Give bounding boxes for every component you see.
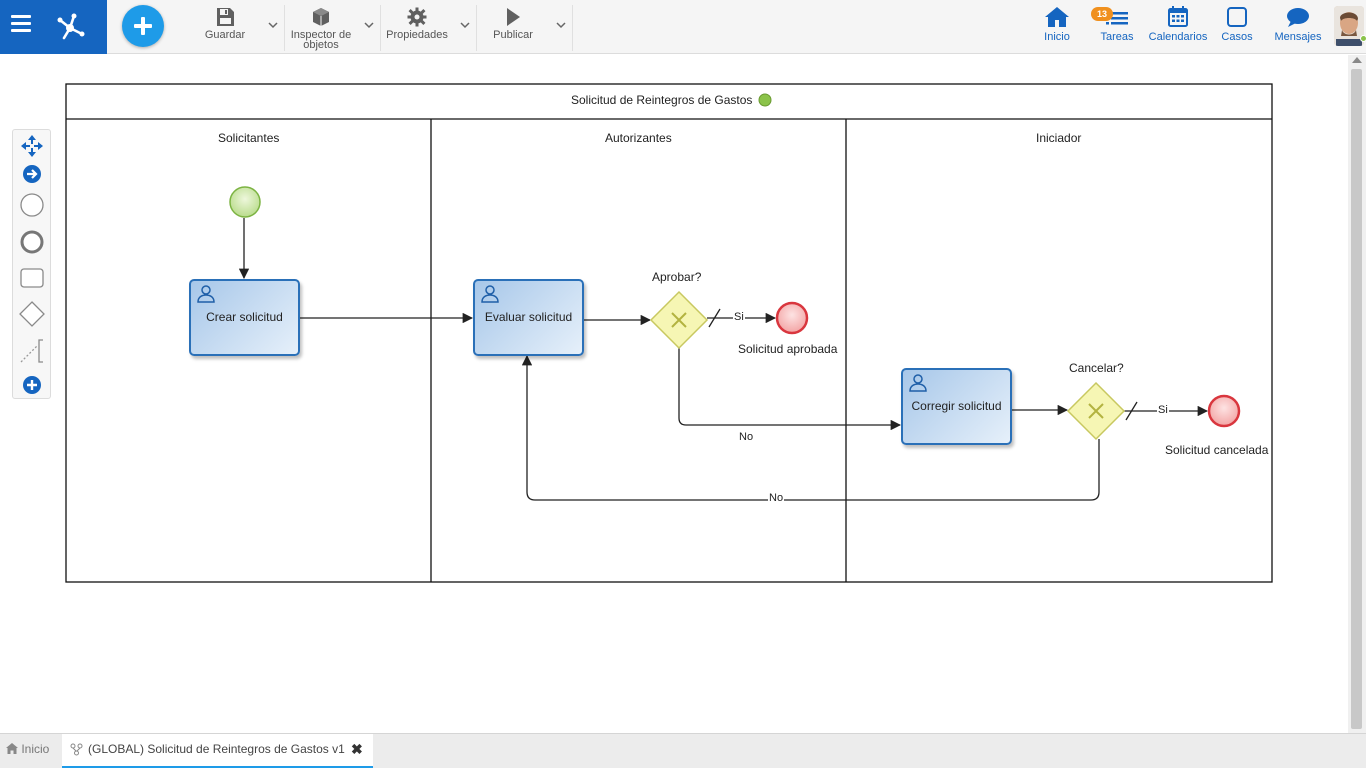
annotation-tool-icon[interactable]	[19, 338, 45, 364]
close-tab-icon[interactable]: ✖	[351, 741, 363, 758]
flow-label-approve-no: No	[739, 431, 754, 443]
pool-title: Solicitud de Reintegros de Gastos	[571, 93, 753, 107]
process-tree-icon	[70, 743, 83, 756]
task-tool-icon[interactable]	[19, 265, 45, 291]
gateway-tool-icon[interactable]	[19, 301, 45, 327]
user-icon	[909, 374, 927, 392]
lane-title-solicitantes: Solicitantes	[218, 131, 280, 145]
user-icon	[481, 285, 499, 303]
lane-title-autorizantes: Autorizantes	[605, 131, 672, 145]
flow-label-cancel-yes: Si	[1157, 404, 1169, 416]
task-create-request[interactable]: Crear solicitud	[189, 279, 300, 356]
end-event-approved[interactable]	[775, 301, 809, 335]
gateway-approve[interactable]	[649, 290, 709, 350]
move-arrows-icon[interactable]	[19, 133, 45, 159]
task-evaluate-request[interactable]: Evaluar solicitud	[473, 279, 584, 356]
task-name: Crear solicitud	[206, 310, 283, 324]
user-icon	[197, 285, 215, 303]
process-diagram	[65, 83, 1273, 583]
pool-status-dot	[758, 93, 772, 107]
end-event-tool-icon[interactable]	[19, 229, 45, 255]
lane-title-iniciador: Iniciador	[1036, 131, 1082, 145]
end-event-cancelled-label: Solicitud cancelada	[1165, 443, 1269, 457]
online-status-dot	[1360, 35, 1366, 42]
gateway-approve-label: Aprobar?	[652, 270, 702, 284]
task-correct-request[interactable]: Corregir solicitud	[901, 368, 1012, 445]
end-event-cancelled[interactable]	[1207, 394, 1241, 428]
scroll-up-arrow-icon[interactable]	[1352, 57, 1362, 63]
tab-active-process[interactable]: (GLOBAL) Solicitud de Reintegros de Gast…	[62, 734, 373, 768]
tab-active-label: (GLOBAL) Solicitud de Reintegros de Gast…	[88, 742, 345, 756]
flow-label-approve-yes: Si	[733, 311, 745, 323]
flow-label-cancel-no: No	[768, 492, 785, 504]
flow-cancel-no[interactable]	[521, 354, 1100, 501]
connector-arrow-icon[interactable]	[19, 161, 45, 187]
task-name: Corregir solicitud	[911, 399, 1002, 413]
gateway-cancel-label: Cancelar?	[1069, 361, 1124, 375]
home-icon	[6, 743, 18, 754]
shape-palette	[12, 129, 51, 399]
add-shape-icon[interactable]	[19, 372, 45, 398]
flow-approve-no[interactable]	[678, 347, 902, 431]
app-window: Guardar Inspector de objetos Propiedades…	[0, 0, 1366, 768]
bottom-tab-bar: Inicio (GLOBAL) Solicitud de Reintegros …	[0, 733, 1366, 768]
start-event-tool-icon[interactable]	[19, 192, 45, 218]
end-event-approved-label: Solicitud aprobada	[738, 342, 838, 356]
tab-home[interactable]: Inicio	[6, 742, 49, 756]
start-event[interactable]	[229, 186, 261, 218]
task-name: Evaluar solicitud	[484, 310, 573, 324]
vertical-scrollbar[interactable]	[1348, 55, 1366, 733]
scrollbar-thumb[interactable]	[1351, 69, 1362, 729]
tab-home-label: Inicio	[21, 742, 50, 756]
gateway-cancel[interactable]	[1066, 381, 1126, 441]
